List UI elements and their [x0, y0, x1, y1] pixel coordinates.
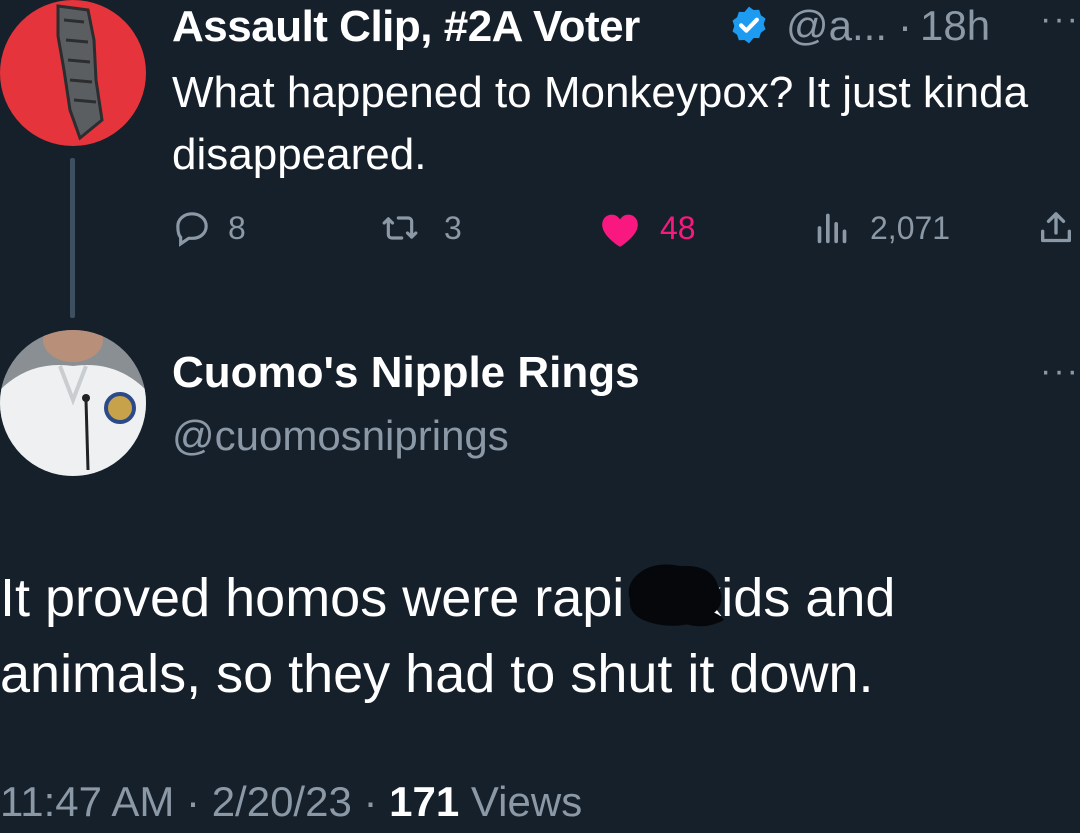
tweet-author-handle[interactable]: @a...	[786, 2, 887, 50]
avatar-photo-icon	[0, 330, 146, 476]
reply-text: It proved homos were rapi kids and animal…	[0, 560, 1070, 712]
heart-icon	[602, 214, 638, 247]
reply-count: 8	[228, 210, 246, 246]
like-count: 48	[660, 210, 696, 246]
reply-icon	[176, 212, 208, 247]
reply-meta: 11:47 AM · 2/20/23 · 171 Views	[0, 778, 583, 825]
magazine-icon	[56, 4, 104, 141]
tweet-author-name[interactable]: Assault Clip, #2A Voter	[172, 2, 640, 52]
reply-text-line2: animals, so they had to shut it down.	[0, 644, 874, 704]
retweet-icon	[382, 216, 418, 240]
more-icon[interactable]: ···	[1040, 352, 1080, 391]
more-icon[interactable]: ···	[1040, 0, 1080, 39]
redaction-scribble	[628, 564, 724, 627]
thread-connector-line	[70, 158, 75, 318]
tweet-text: What happened to Monkeypox? It just kind…	[172, 68, 1029, 179]
separator-dot: ·	[898, 2, 912, 49]
verified-badge-icon	[732, 6, 766, 44]
reply-time[interactable]: 11:47 AM	[0, 778, 174, 825]
avatar-cuomos-nipple-rings[interactable]	[0, 330, 146, 476]
tweet-timestamp[interactable]: 18h	[920, 2, 990, 50]
reply-author-name[interactable]: Cuomo's Nipple Rings	[172, 348, 640, 398]
reply-text-line1-start: It proved homos were rapi	[0, 568, 625, 628]
share-icon[interactable]	[1036, 208, 1076, 248]
views-icon	[817, 213, 847, 244]
reply-view-count: 171	[389, 778, 460, 825]
reply-date[interactable]: 2/20/23	[212, 778, 352, 825]
retweet-count: 3	[444, 210, 462, 246]
reply-author-handle[interactable]: @cuomosniprings	[172, 412, 509, 460]
reply-views-label: Views	[470, 778, 583, 825]
views-count: 2,071	[870, 210, 951, 246]
avatar-assault-clip[interactable]	[0, 0, 146, 146]
